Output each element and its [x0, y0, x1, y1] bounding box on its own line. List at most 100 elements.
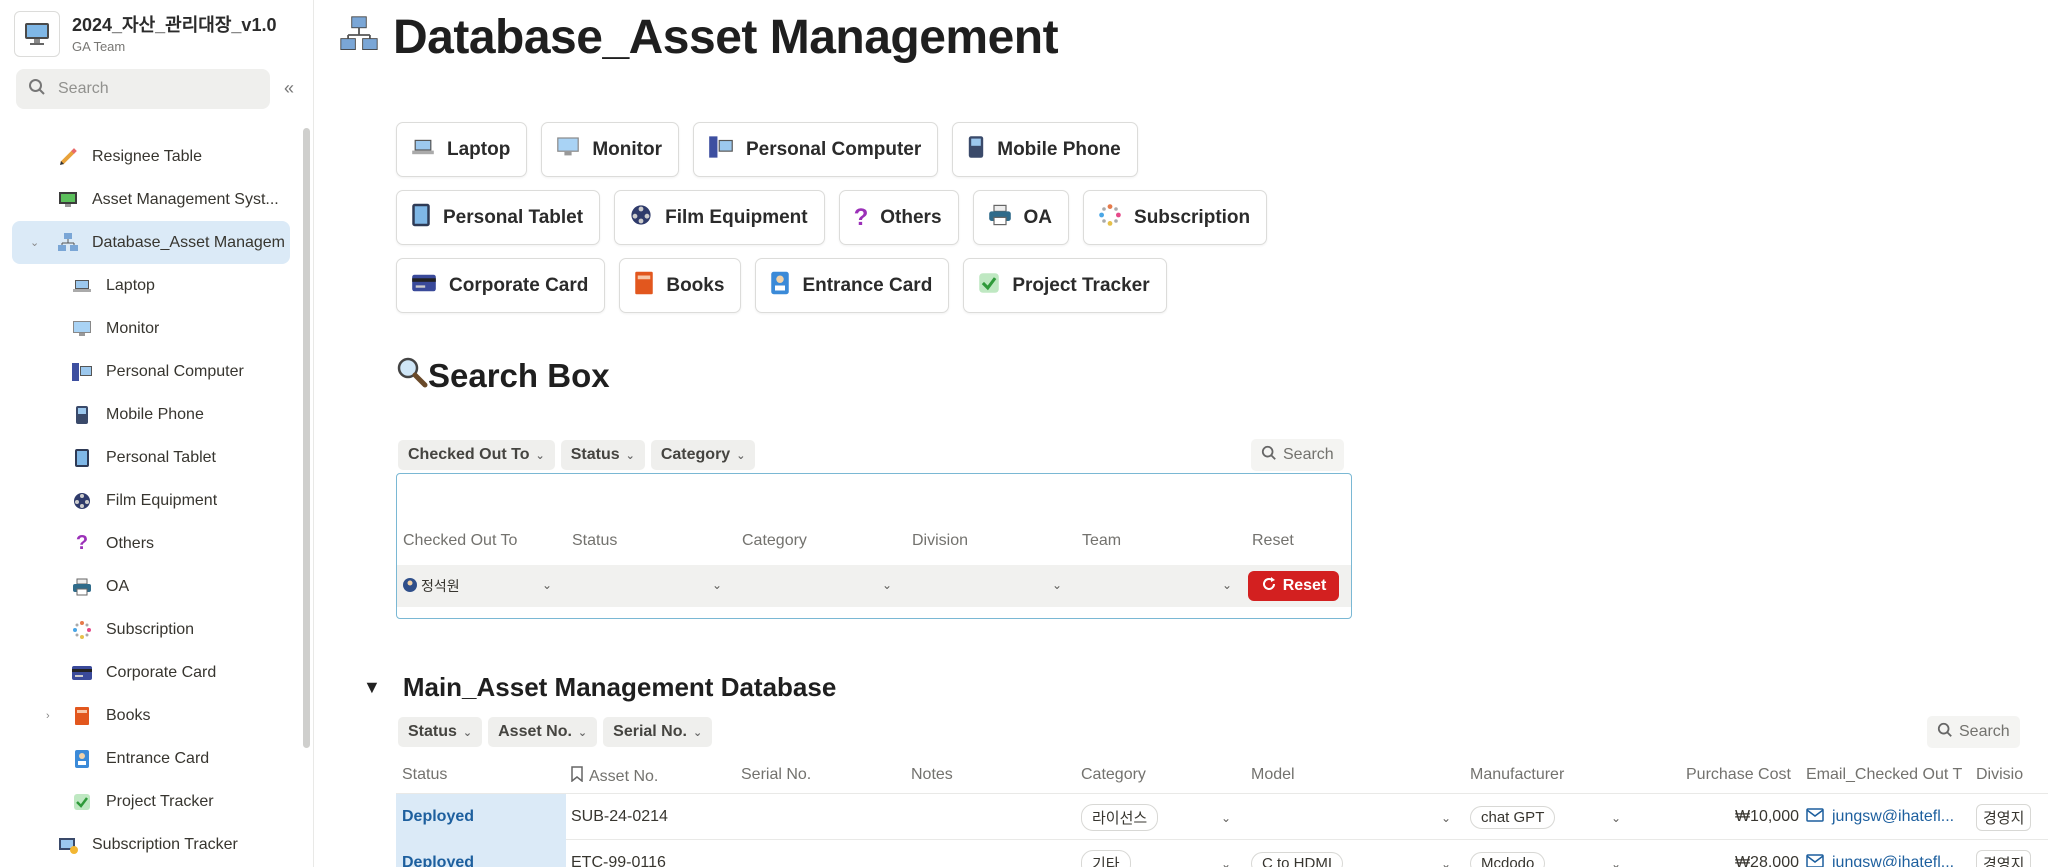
sidebar-item-asset-management-system[interactable]: Asset Management Syst...	[12, 178, 290, 221]
laptop-button[interactable]: Laptop	[396, 122, 528, 177]
laptop-icon	[70, 274, 94, 298]
laptop-icon	[411, 137, 435, 162]
category-select-chevron-down-icon[interactable]: ⌄	[882, 578, 892, 592]
chevron-down-icon[interactable]: ⌄	[1611, 811, 1621, 825]
column-header: Category	[742, 532, 807, 549]
filter-status[interactable]: Status ⌄	[560, 440, 645, 470]
sidebar-item-monitor[interactable]: Monitor	[12, 307, 290, 350]
column-header[interactable]: Notes	[911, 766, 953, 784]
column-header[interactable]: Status	[402, 766, 447, 784]
sidebar-item-corporate-card[interactable]: Corporate Card	[12, 651, 290, 694]
filter-asset-no[interactable]: Asset No. ⌄	[488, 717, 598, 747]
sidebar-item-resignee-table[interactable]: Resignee Table	[12, 135, 290, 178]
division-cell[interactable]: 경영지	[1976, 794, 2032, 840]
filter-status[interactable]: Status ⌄	[398, 717, 483, 747]
filter-category[interactable]: Category ⌄	[650, 440, 756, 470]
monitor-button[interactable]: Monitor	[541, 122, 679, 177]
personal-computer-button[interactable]: Personal Computer	[692, 122, 939, 177]
sidebar-item-project-tracker[interactable]: Project Tracker	[12, 780, 290, 823]
asset-no-cell[interactable]: SUB-24-0214	[571, 794, 668, 840]
book-icon	[634, 270, 654, 301]
sidebar-item-personal-computer[interactable]: Personal Computer	[12, 350, 290, 393]
column-header[interactable]: Divisio	[1976, 766, 2023, 784]
corporate-card-button[interactable]: Corporate Card	[396, 258, 606, 313]
mobile-phone-button[interactable]: Mobile Phone	[952, 122, 1138, 177]
column-header[interactable]: Manufacturer	[1470, 766, 1564, 784]
sidebar-item-database-asset-management[interactable]: ⌄ Database_Asset Managem	[12, 221, 290, 264]
chevron-down-icon[interactable]: ⌄	[542, 578, 552, 592]
sidebar-item-laptop[interactable]: Laptop	[12, 264, 290, 307]
sidebar-scrollbar[interactable]	[303, 128, 310, 748]
team-select-chevron-down-icon[interactable]: ⌄	[1222, 578, 1232, 592]
toggle-triangle-icon[interactable]: ▼	[363, 677, 381, 698]
column-header[interactable]: Email_Checked Out T	[1806, 766, 1962, 784]
id-badge-icon	[770, 270, 790, 301]
column-header: Status	[572, 532, 618, 549]
status-badge[interactable]: Deployed	[396, 794, 566, 840]
sidebar-item-mobile-phone[interactable]: Mobile Phone	[12, 393, 290, 436]
mobile-phone-icon	[967, 135, 985, 164]
division-cell[interactable]: 경영지	[1976, 840, 2032, 867]
status-select-chevron-down-icon[interactable]: ⌄	[712, 578, 722, 592]
manufacturer-cell[interactable]: Mcdodo	[1470, 840, 1546, 867]
sidebar-search[interactable]: Search	[16, 69, 270, 109]
filter-checked-out-to[interactable]: Checked Out To ⌄	[398, 440, 555, 470]
purchase-cost-cell[interactable]: ₩10,000	[1636, 794, 1799, 840]
chevron-down-icon[interactable]: ⌄	[1441, 857, 1451, 867]
checked-out-to-select[interactable]: 정석원	[403, 565, 563, 607]
personal-tablet-button[interactable]: Personal Tablet	[396, 190, 601, 245]
id-badge-icon	[70, 747, 94, 771]
project-tracker-button[interactable]: Project Tracker	[963, 258, 1167, 313]
column-header[interactable]: Serial No.	[741, 766, 811, 784]
main-db-search-button[interactable]: Search	[1927, 716, 2020, 748]
sidebar-item-personal-tablet[interactable]: Personal Tablet	[12, 436, 290, 479]
collapse-sidebar-icon[interactable]: «	[284, 78, 294, 99]
column-header: Reset	[1252, 532, 1294, 549]
category-cell[interactable]: 라이선스	[1081, 794, 1159, 840]
main-content: Database_Asset Management Laptop Monitor…	[315, 0, 2048, 867]
oa-button[interactable]: OA	[972, 190, 1070, 245]
chevron-down-icon[interactable]: ⌄	[1611, 857, 1621, 867]
sidebar-item-oa[interactable]: OA	[12, 565, 290, 608]
network-computers-icon	[56, 231, 80, 255]
model-cell[interactable]: C to HDMI	[1251, 840, 1344, 867]
email-cell[interactable]: jungsw@ihatefl...	[1806, 794, 1954, 840]
table-row[interactable]: Deployed SUB-24-0214 라이선스 ⌄ ⌄ chat GPT ⌄…	[396, 794, 2048, 840]
sidebar-item-subscription-tracker[interactable]: Subscription Tracker	[12, 823, 290, 866]
division-select-chevron-down-icon[interactable]: ⌄	[1052, 578, 1062, 592]
filter-serial-no[interactable]: Serial No. ⌄	[603, 717, 713, 747]
sidebar-item-books[interactable]: › Books	[12, 694, 290, 737]
asset-no-cell[interactable]: ETC-99-0116	[571, 840, 666, 867]
subscription-button[interactable]: Subscription	[1083, 190, 1268, 245]
chevron-down-icon[interactable]: ⌄	[30, 236, 44, 249]
category-cell[interactable]: 기타	[1081, 840, 1131, 867]
entrance-card-button[interactable]: Entrance Card	[755, 258, 950, 313]
column-header[interactable]: Category	[1081, 766, 1146, 784]
sidebar-item-subscription[interactable]: Subscription	[12, 608, 290, 651]
search-box-search-button[interactable]: Search	[1251, 439, 1344, 471]
magnifier-icon	[396, 356, 428, 396]
table-row[interactable]: Deployed ETC-99-0116 기타 ⌄ C to HDMI ⌄ Mc…	[396, 840, 2048, 867]
film-equipment-button[interactable]: Film Equipment	[614, 190, 825, 245]
chevron-down-icon[interactable]: ⌄	[1441, 811, 1451, 825]
search-icon	[1261, 445, 1277, 466]
manufacturer-cell[interactable]: chat GPT	[1470, 794, 1556, 840]
chevron-down-icon[interactable]: ⌄	[1221, 857, 1231, 867]
column-header[interactable]: Purchase Cost	[1686, 766, 1791, 784]
others-button[interactable]: ? Others	[838, 190, 959, 245]
books-button[interactable]: Books	[619, 258, 742, 313]
column-header-asset-no[interactable]: Asset No.	[571, 766, 658, 787]
chevron-right-icon[interactable]: ›	[46, 710, 50, 722]
search-box-heading: Search Box	[396, 356, 610, 396]
sidebar-item-film-equipment[interactable]: Film Equipment	[12, 479, 290, 522]
sidebar-item-others[interactable]: ? Others	[12, 522, 290, 565]
reset-button[interactable]: Reset	[1248, 571, 1339, 601]
network-computers-icon	[339, 15, 379, 60]
column-header[interactable]: Model	[1251, 766, 1295, 784]
sidebar-item-entrance-card[interactable]: Entrance Card	[12, 737, 290, 780]
chevron-down-icon[interactable]: ⌄	[1221, 811, 1231, 825]
purchase-cost-cell[interactable]: ₩28,000	[1636, 840, 1799, 867]
email-cell[interactable]: jungsw@ihatefl...	[1806, 840, 1954, 867]
status-badge[interactable]: Deployed	[396, 840, 566, 867]
workspace-switcher[interactable]: 2024_자산_관리대장_v1.0 GA Team	[14, 11, 276, 57]
